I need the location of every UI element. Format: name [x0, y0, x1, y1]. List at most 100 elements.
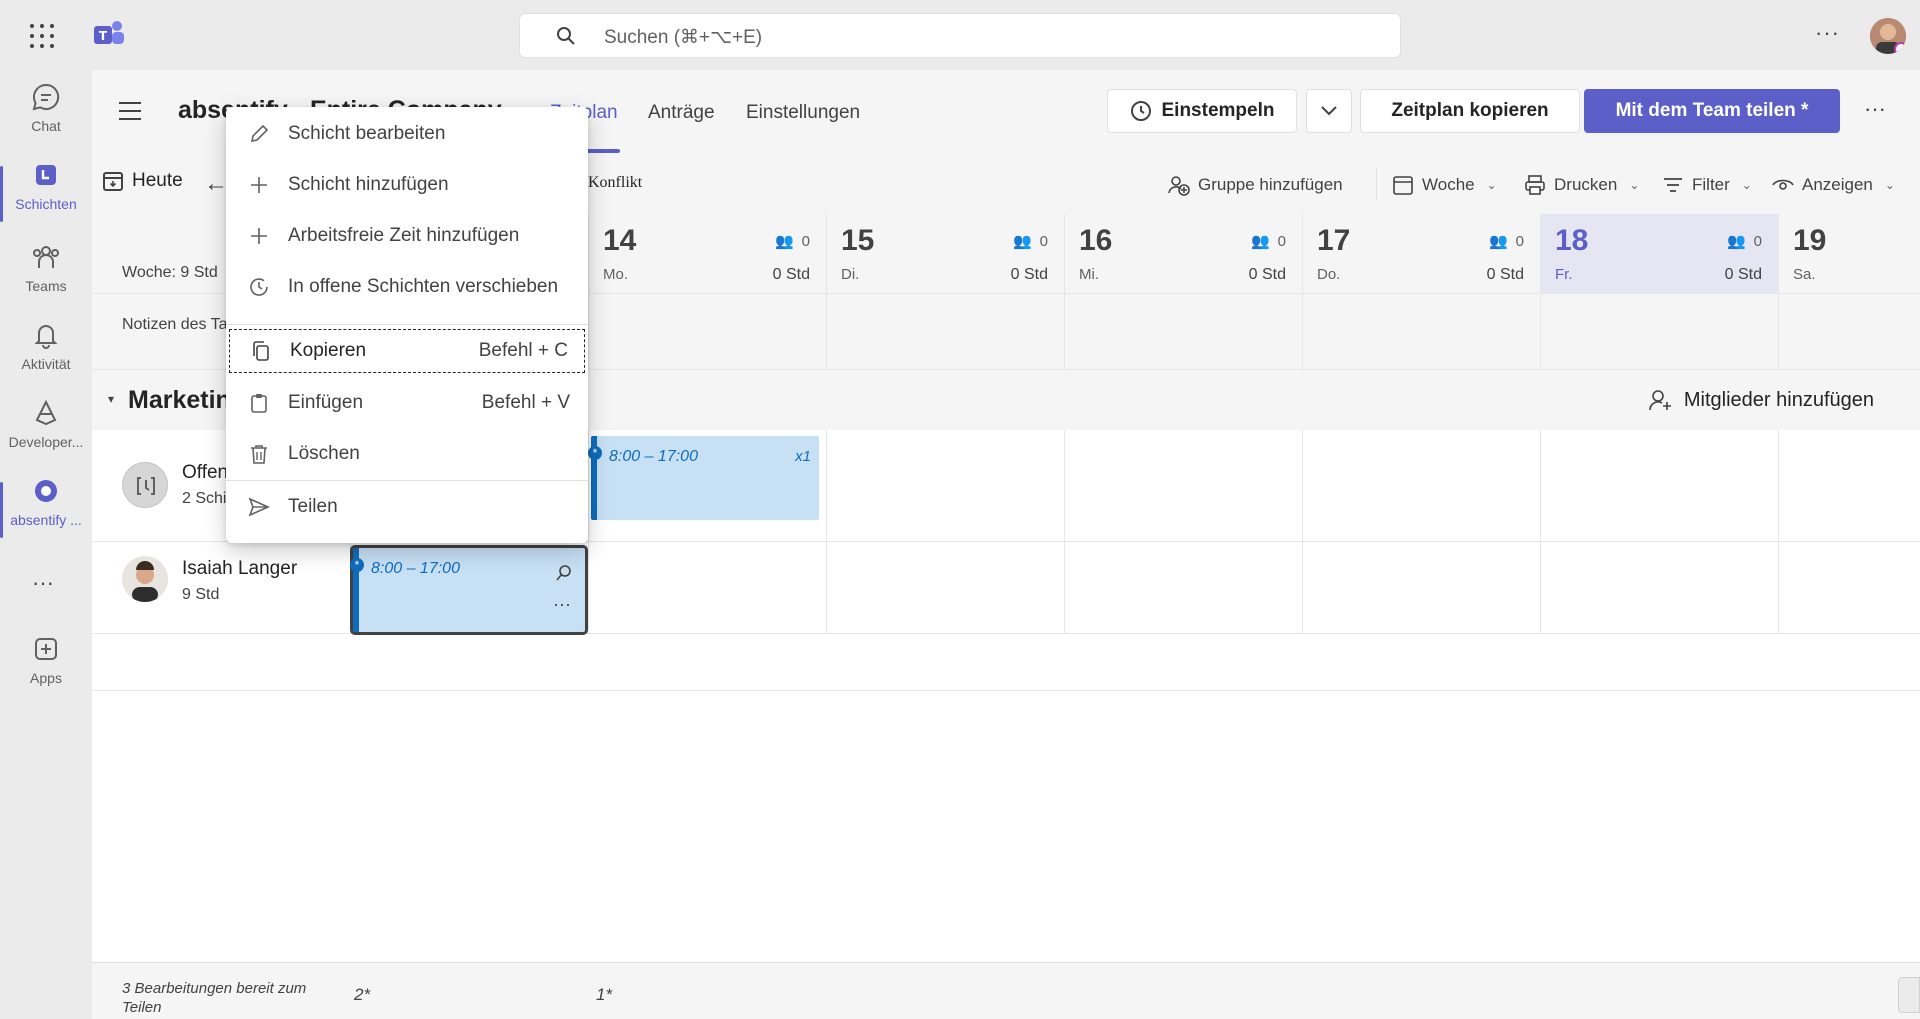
column-divider	[1778, 430, 1779, 634]
share-with-team-button[interactable]: Mit dem Team teilen *	[1584, 89, 1840, 133]
scroll-handle[interactable]	[1898, 977, 1920, 1013]
chevron-down-icon: ⌄	[1629, 178, 1640, 192]
add-group-button[interactable]: Gruppe hinzufügen	[1168, 174, 1343, 196]
person-hours: 9 Std	[182, 586, 220, 603]
zoom-icon[interactable]	[555, 564, 573, 582]
plus-icon	[251, 228, 267, 244]
day-header-sat[interactable]: 19 Sa.	[1778, 214, 1920, 294]
trash-icon	[251, 445, 267, 464]
shifts-icon	[36, 165, 56, 185]
search-box[interactable]: Suchen (⌘+⌥+E)	[519, 13, 1401, 58]
menu-label: In offene Schichten verschieben	[288, 276, 559, 297]
day-header-mon[interactable]: 14 Mo. 👥 0 0 Std	[588, 214, 826, 294]
tab-requests[interactable]: Anträge	[648, 102, 715, 124]
count-value: 0	[1039, 232, 1048, 250]
edited-star-icon: *	[588, 446, 602, 460]
day-hours: 0 Std	[1010, 266, 1048, 283]
menu-item-copy[interactable]: Kopieren Befehl + C	[228, 328, 586, 374]
shift-more-icon[interactable]: ···	[553, 594, 571, 615]
clock-in-dropdown-button[interactable]	[1306, 89, 1352, 133]
rail-label-absentify: absentify ...	[10, 512, 82, 528]
menu-label: Arbeitsfreie Zeit hinzufügen	[288, 225, 520, 246]
rail-item-activity[interactable]: Aktivität	[0, 320, 92, 390]
rail-item-absentify[interactable]: absentify ...	[0, 476, 92, 546]
count-value: 0	[1277, 232, 1286, 250]
rail-label-developer: Developer...	[8, 434, 84, 450]
rail-item-developer[interactable]: Developer...	[0, 398, 92, 468]
column-divider	[826, 294, 827, 369]
open-shift-card[interactable]: * 8:00 – 17:00 x1	[588, 436, 819, 520]
rail-more-icon[interactable]: ···	[32, 570, 54, 596]
chat-icon	[32, 83, 60, 111]
previous-week-icon[interactable]: ←	[204, 170, 228, 198]
paste-icon	[251, 394, 267, 413]
send-icon	[248, 497, 270, 517]
plus-icon	[251, 177, 267, 193]
clock-in-button[interactable]: Einstempeln	[1107, 89, 1297, 133]
menu-item-move-to-open[interactable]: In offene Schichten verschieben	[226, 264, 588, 310]
people-icon: 👥	[1726, 233, 1746, 250]
menu-item-edit-shift[interactable]: Schicht bearbeiten	[226, 111, 588, 157]
rail-item-chat[interactable]: Chat	[0, 82, 92, 152]
today-button[interactable]: Heute	[102, 170, 183, 192]
rail-item-shifts[interactable]: Schichten	[0, 160, 92, 230]
day-header-wed[interactable]: 16 Mi. 👥 0 0 Std	[1064, 214, 1302, 294]
rail-item-teams[interactable]: Teams	[0, 242, 92, 312]
top-bar: T Suchen (⌘+⌥+E) ···	[0, 0, 1920, 70]
more-options-icon[interactable]: ···	[1815, 20, 1840, 46]
column-divider	[1064, 430, 1065, 634]
person-name[interactable]: Isaiah Langer	[182, 558, 297, 580]
collapse-caret-icon[interactable]: ▾	[108, 392, 114, 406]
day-header-thu[interactable]: 17 Do. 👥 0 0 Std	[1302, 214, 1540, 294]
conflict-label[interactable]: Konflikt	[588, 174, 642, 192]
app-launcher-icon[interactable]	[30, 24, 54, 48]
chevron-down-icon: ⌄	[1486, 178, 1497, 192]
menu-item-add-time-off[interactable]: Arbeitsfreie Zeit hinzufügen	[226, 213, 588, 259]
open-shifts-avatar	[122, 462, 168, 508]
menu-item-delete[interactable]: Löschen	[226, 431, 588, 477]
day-hours: 0 Std	[1248, 266, 1286, 283]
day-number: 15	[841, 224, 875, 257]
menu-item-share[interactable]: Teilen	[226, 484, 588, 530]
app-rail: Chat Schichten Teams Aktivität Developer…	[0, 70, 92, 1019]
staff-count: 👥 0	[775, 232, 810, 251]
menu-label: Löschen	[288, 443, 360, 464]
menu-icon[interactable]	[119, 102, 141, 120]
pending-edits-tue: 1*	[596, 985, 613, 1004]
menu-item-paste[interactable]: Einfügen Befehl + V	[226, 380, 588, 426]
tab-settings[interactable]: Einstellungen	[746, 102, 860, 124]
rail-item-apps[interactable]: Apps	[0, 634, 92, 704]
menu-item-add-shift[interactable]: Schicht hinzufügen	[226, 162, 588, 208]
rail-label-teams: Teams	[25, 278, 67, 294]
chevron-down-icon	[1321, 106, 1337, 116]
copy-schedule-button[interactable]: Zeitplan kopieren	[1360, 89, 1580, 133]
shift-slot-count: x1	[795, 448, 811, 465]
chevron-down-icon: ⌄	[1741, 178, 1752, 192]
svg-text:T: T	[99, 29, 108, 43]
presence-status-icon	[1894, 42, 1906, 54]
printer-icon	[1525, 175, 1545, 195]
calendar-icon	[1393, 176, 1413, 195]
menu-divider	[226, 324, 588, 325]
menu-shortcut: Befehl + V	[481, 392, 570, 413]
column-divider	[1540, 430, 1541, 634]
selected-shift-card[interactable]: * 8:00 – 17:00 ···	[350, 545, 588, 635]
day-header-fri[interactable]: 18 Fr. 👥 0 0 Std	[1540, 214, 1778, 294]
weekday-label: Mo.	[603, 266, 629, 283]
display-dropdown[interactable]: Anzeigen ⌄	[1772, 174, 1895, 196]
menu-label: Einfügen	[288, 392, 364, 413]
user-avatar[interactable]	[1870, 18, 1906, 54]
filter-dropdown[interactable]: Filter ⌄	[1662, 174, 1752, 196]
more-options-icon[interactable]: ···	[1864, 96, 1886, 122]
day-hours: 0 Std	[772, 266, 810, 283]
pending-edits-mon: 2*	[354, 985, 371, 1004]
add-members-button[interactable]: Mitglieder hinzufügen	[1648, 388, 1874, 412]
view-dropdown[interactable]: Woche ⌄	[1392, 174, 1497, 196]
menu-label: Schicht bearbeiten	[288, 123, 446, 144]
people-icon: 👥	[1012, 233, 1032, 250]
bell-icon	[34, 325, 58, 349]
print-dropdown[interactable]: Drucken ⌄	[1524, 174, 1639, 196]
chevron-down-icon: ⌄	[1884, 178, 1895, 192]
day-header-tue[interactable]: 15 Di. 👥 0 0 Std	[826, 214, 1064, 294]
people-icon: 👥	[1250, 233, 1270, 250]
